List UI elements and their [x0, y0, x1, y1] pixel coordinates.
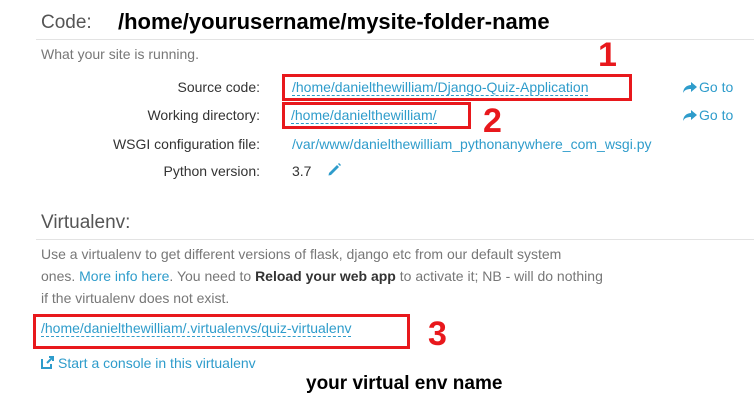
virtualenv-heading: Virtualenv: [41, 212, 131, 233]
more-info-link[interactable]: More info here [79, 268, 169, 284]
marker-two: 2 [483, 102, 502, 140]
wsgi-file-link[interactable]: /var/www/danielthewilliam_pythonanywhere… [292, 136, 652, 152]
virtualenv-text-line-2: ones. More info here. You need to Reload… [41, 268, 603, 284]
working-directory-link[interactable]: /home/danielthewilliam/ [291, 107, 437, 124]
arrow-share-icon [683, 110, 697, 121]
env-name-annotation: your virtual env name [306, 373, 503, 394]
virtualenv-description: Use a virtualenv to get different versio… [41, 243, 641, 309]
divider [36, 39, 754, 40]
start-console-label: Start a console in this virtualenv [58, 355, 256, 371]
python-version-value: 3.7 [292, 163, 312, 179]
virtualenv-text-line-1: Use a virtualenv to get different versio… [41, 246, 562, 262]
virtualenv-path-link[interactable]: /home/danielthewilliam/.virtualenvs/quiz… [41, 320, 352, 337]
source-code-label: Source code: [177, 79, 261, 95]
arrow-share-icon [683, 82, 697, 93]
working-directory-goto-link[interactable]: Go to [683, 107, 733, 123]
source-code-goto-link[interactable]: Go to [683, 79, 733, 95]
code-description: What your site is running. [41, 46, 199, 62]
virtualenv-text-line-3: if the virtualenv does not exist. [41, 290, 230, 306]
start-console-link[interactable]: Start a console in this virtualenv [41, 355, 256, 371]
wsgi-label: WSGI configuration file: [112, 136, 260, 152]
folder-path-annotation: /home/yourusername/mysite-folder-name [118, 9, 550, 34]
divider [36, 239, 754, 240]
pencil-icon[interactable] [327, 162, 342, 182]
marker-three: 3 [428, 315, 447, 353]
goto-label: Go to [699, 79, 734, 95]
goto-label: Go to [699, 107, 734, 123]
external-console-icon [41, 356, 54, 369]
reload-web-app-text: Reload your web app [255, 268, 396, 284]
code-heading: Code: [41, 12, 92, 33]
marker-one: 1 [598, 36, 617, 74]
python-version-label: Python version: [163, 163, 261, 179]
working-directory-label: Working directory: [147, 107, 260, 123]
source-code-link[interactable]: /home/danielthewilliam/Django-Quiz-Appli… [292, 79, 589, 96]
